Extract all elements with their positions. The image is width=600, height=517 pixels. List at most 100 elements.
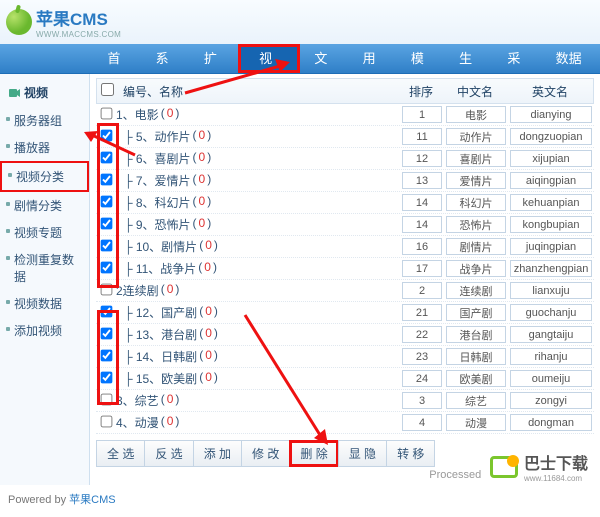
row-sort-input[interactable] (402, 172, 442, 189)
row-en-input[interactable] (510, 326, 592, 343)
nav-generate[interactable]: 生成 (445, 44, 493, 73)
footer-link[interactable]: 苹果CMS (69, 494, 115, 506)
row-checkbox[interactable] (100, 371, 112, 383)
row-checkbox[interactable] (100, 173, 112, 185)
nav-template[interactable]: 模版 (397, 44, 445, 73)
row-en-input[interactable] (510, 128, 592, 145)
row-name[interactable]: ├ 9、恐怖片(0) (116, 216, 400, 233)
row-checkbox[interactable] (100, 239, 112, 251)
btn-move[interactable]: 转 移 (386, 440, 435, 467)
row-name[interactable]: ├ 8、科幻片(0) (116, 194, 400, 211)
nav-database[interactable]: 数据库 (542, 44, 600, 73)
row-name[interactable]: 4、动漫(0) (116, 414, 400, 431)
row-name[interactable]: ├ 13、港台剧(0) (116, 326, 400, 343)
nav-user[interactable]: 用户 (349, 44, 397, 73)
row-name[interactable]: ├ 10、剧情片(0) (116, 238, 400, 255)
row-name[interactable]: ├ 14、日韩剧(0) (116, 348, 400, 365)
row-en-input[interactable] (510, 348, 592, 365)
row-cn-input[interactable] (446, 150, 506, 167)
row-cn-input[interactable] (446, 194, 506, 211)
sidebar-item-dupcheck[interactable]: 检测重复数据 (0, 246, 89, 290)
row-sort-input[interactable] (402, 238, 442, 255)
row-sort-input[interactable] (402, 128, 442, 145)
row-en-input[interactable] (510, 392, 592, 409)
row-cn-input[interactable] (446, 392, 506, 409)
row-cn-input[interactable] (446, 326, 506, 343)
row-cn-input[interactable] (446, 216, 506, 233)
sidebar-item-player[interactable]: 播放器 (0, 134, 89, 161)
row-checkbox[interactable] (100, 129, 112, 141)
row-en-input[interactable] (510, 260, 592, 277)
row-cn-input[interactable] (446, 106, 506, 123)
row-sort-input[interactable] (402, 326, 442, 343)
row-sort-input[interactable] (402, 106, 442, 123)
row-checkbox[interactable] (100, 327, 112, 339)
row-checkbox[interactable] (100, 305, 112, 317)
row-checkbox[interactable] (100, 107, 112, 119)
row-en-input[interactable] (510, 282, 592, 299)
row-name[interactable]: ├ 12、国产剧(0) (116, 304, 400, 321)
nav-article[interactable]: 文章 (300, 44, 348, 73)
row-checkbox[interactable] (100, 393, 112, 405)
row-en-input[interactable] (510, 414, 592, 431)
row-sort-input[interactable] (402, 304, 442, 321)
row-cn-input[interactable] (446, 348, 506, 365)
row-checkbox[interactable] (100, 349, 112, 361)
row-checkbox[interactable] (100, 151, 112, 163)
btn-delete[interactable]: 删 除 (289, 440, 338, 467)
row-en-input[interactable] (510, 216, 592, 233)
sidebar-item-videodata[interactable]: 视频数据 (0, 290, 89, 317)
row-cn-input[interactable] (446, 260, 506, 277)
row-cn-input[interactable] (446, 172, 506, 189)
row-en-input[interactable] (510, 172, 592, 189)
row-name[interactable]: ├ 11、战争片(0) (116, 260, 400, 277)
row-sort-input[interactable] (402, 194, 442, 211)
btn-add[interactable]: 添 加 (193, 440, 242, 467)
row-cn-input[interactable] (446, 238, 506, 255)
row-name[interactable]: ├ 6、喜剧片(0) (116, 150, 400, 167)
row-sort-input[interactable] (402, 370, 442, 387)
row-en-input[interactable] (510, 370, 592, 387)
row-en-input[interactable] (510, 106, 592, 123)
sidebar-item-servergroup[interactable]: 服务器组 (0, 107, 89, 134)
row-name[interactable]: ├ 7、爱情片(0) (116, 172, 400, 189)
sidebar-item-plotcat[interactable]: 剧情分类 (0, 192, 89, 219)
sidebar-item-videocat[interactable]: 视频分类 (0, 161, 89, 192)
row-en-input[interactable] (510, 150, 592, 167)
row-sort-input[interactable] (402, 392, 442, 409)
nav-extend[interactable]: 扩展 (190, 44, 238, 73)
nav-video[interactable]: 视频 (238, 44, 300, 73)
btn-edit[interactable]: 修 改 (241, 440, 290, 467)
row-sort-input[interactable] (402, 260, 442, 277)
row-checkbox[interactable] (100, 283, 112, 295)
row-sort-input[interactable] (402, 414, 442, 431)
row-cn-input[interactable] (446, 304, 506, 321)
nav-home[interactable]: 首页 (93, 44, 141, 73)
sidebar-item-addvideo[interactable]: 添加视频 (0, 317, 89, 344)
sidebar-item-topic[interactable]: 视频专题 (0, 219, 89, 246)
btn-invert[interactable]: 反 选 (144, 440, 193, 467)
btn-selectall[interactable]: 全 选 (96, 440, 145, 467)
row-checkbox[interactable] (100, 217, 112, 229)
row-name[interactable]: ├ 15、欧美剧(0) (116, 370, 400, 387)
row-sort-input[interactable] (402, 150, 442, 167)
row-cn-input[interactable] (446, 128, 506, 145)
row-checkbox[interactable] (100, 195, 112, 207)
row-en-input[interactable] (510, 194, 592, 211)
row-name[interactable]: 3、综艺(0) (116, 392, 400, 409)
row-en-input[interactable] (510, 238, 592, 255)
row-name[interactable]: 1、电影(0) (116, 106, 400, 123)
row-checkbox[interactable] (100, 415, 112, 427)
row-sort-input[interactable] (402, 348, 442, 365)
row-cn-input[interactable] (446, 282, 506, 299)
row-checkbox[interactable] (100, 261, 112, 273)
checkbox-all-header[interactable] (101, 83, 114, 96)
row-name[interactable]: ├ 5、动作片(0) (116, 128, 400, 145)
row-sort-input[interactable] (402, 216, 442, 233)
row-cn-input[interactable] (446, 370, 506, 387)
row-sort-input[interactable] (402, 282, 442, 299)
btn-hide[interactable]: 显 隐 (338, 440, 387, 467)
row-name[interactable]: 2连续剧(0) (116, 282, 400, 299)
row-cn-input[interactable] (446, 414, 506, 431)
nav-collect[interactable]: 采集 (493, 44, 541, 73)
